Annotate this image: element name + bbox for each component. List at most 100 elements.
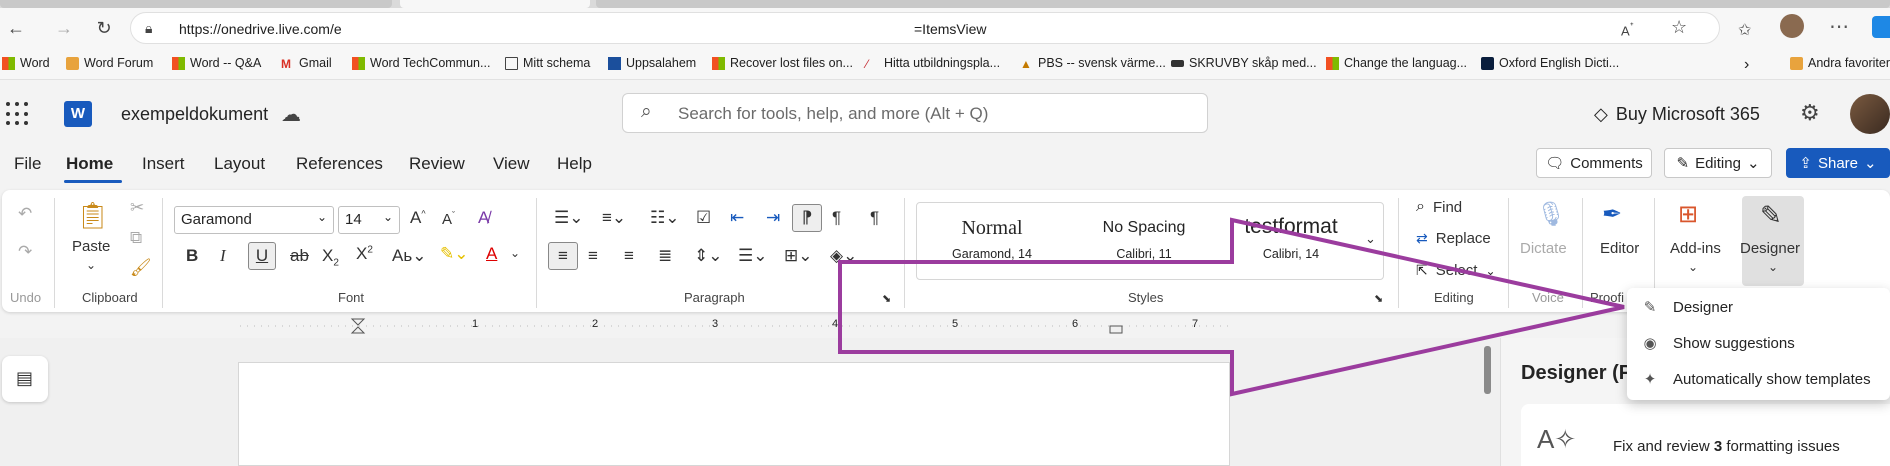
chevron-down-icon[interactable]: ⌄	[510, 246, 520, 260]
multilevel-list-icon[interactable]: ☷⌄	[650, 208, 679, 228]
highlight-icon[interactable]: ✎⌄	[440, 244, 469, 264]
italic-icon[interactable]: I	[220, 246, 226, 266]
numbering-icon[interactable]: ≡⌄	[602, 208, 626, 228]
document-name[interactable]: exempeldokument	[121, 104, 268, 125]
navigation-pane-button[interactable]: ▤	[2, 356, 48, 402]
first-line-indent-marker[interactable]	[350, 318, 366, 326]
strikethrough-icon[interactable]: ab	[290, 246, 309, 266]
favorites-icon[interactable]: ✩	[1738, 20, 1751, 40]
ltr-direction-icon[interactable]: ⁋	[792, 204, 822, 232]
borders-icon[interactable]: ⊞⌄	[784, 246, 813, 266]
find-button[interactable]: ⌕ Find	[1416, 198, 1462, 216]
tab-home[interactable]: Home	[66, 154, 113, 174]
lock-icon[interactable]: 🔒︎	[145, 20, 152, 37]
formatting-issues-card[interactable]: A✧ Fix and review 3 formatting issues	[1521, 404, 1890, 466]
address-bar[interactable]: 🔒︎ https://onedrive.live.com/e =ItemsVie…	[130, 12, 1720, 44]
superscript-icon[interactable]: X2	[356, 244, 373, 264]
replace-button[interactable]: ⇄ Replace	[1416, 230, 1491, 247]
browser-tab-active[interactable]	[400, 0, 590, 8]
cut-icon[interactable]: ✂	[130, 198, 144, 218]
tab-references[interactable]: References	[296, 154, 383, 174]
tab-file[interactable]: File	[14, 154, 41, 174]
search-box[interactable]: ⌕ Search for tools, help, and more (Alt …	[622, 93, 1208, 133]
justify-icon[interactable]: ≣	[658, 246, 672, 266]
settings-gear-icon[interactable]: ⚙	[1800, 100, 1820, 126]
cloud-saved-icon[interactable]: ☁	[281, 102, 301, 127]
vertical-scrollbar[interactable]	[1484, 346, 1491, 394]
browser-tab[interactable]	[0, 0, 392, 8]
profile-avatar[interactable]	[1780, 14, 1804, 38]
paste-button[interactable]: Paste	[72, 238, 110, 255]
menu-item-designer[interactable]: ✎ Designer	[1627, 290, 1890, 324]
read-aloud-icon[interactable]: Aᐩ	[1621, 20, 1634, 38]
bookmark-item[interactable]: Word -- Q&A	[172, 56, 261, 70]
word-logo-icon[interactable]: W	[64, 101, 92, 127]
bookmark-item[interactable]: Recover lost files on...	[712, 56, 853, 70]
redo-icon[interactable]: ↷	[18, 242, 32, 262]
microphone-icon[interactable]: 🎙︎	[1536, 200, 1566, 229]
app-launcher-icon[interactable]	[6, 102, 30, 126]
decrease-indent-icon[interactable]: ⇤	[730, 208, 744, 228]
bookmark-item[interactable]: Mitt schema	[505, 56, 590, 70]
forward-icon[interactable]: →	[50, 14, 78, 42]
style-testformat[interactable]: testformat Calibri, 14	[1221, 203, 1361, 279]
bookmark-item[interactable]: Oxford English Dicti...	[1481, 56, 1619, 70]
style-no-spacing[interactable]: No Spacing Calibri, 11	[1069, 203, 1219, 279]
grow-font-icon[interactable]: A^	[410, 208, 426, 228]
chevron-down-icon[interactable]: ⌄	[1688, 260, 1698, 274]
shrink-font-icon[interactable]: Aˇ	[442, 210, 455, 228]
editor-button[interactable]: Editor	[1600, 240, 1639, 257]
bookmark-folder-other[interactable]: Andra favoriter	[1790, 56, 1890, 70]
document-page[interactable]	[238, 362, 1230, 466]
bookmark-item[interactable]: Change the languag...	[1326, 56, 1467, 70]
bold-icon[interactable]: B	[186, 246, 198, 266]
rtl-direction-icon[interactable]: ¶	[832, 208, 841, 228]
copilot-icon[interactable]	[1872, 16, 1890, 38]
line-spacing-icon[interactable]: ⇕⌄	[694, 246, 723, 266]
bookmark-item[interactable]: ▲ PBS -- svensk värme...	[1020, 56, 1166, 71]
clear-formatting-icon[interactable]: A̸	[478, 208, 489, 228]
align-left-icon[interactable]: ≡	[548, 242, 578, 270]
font-color-icon[interactable]: A	[486, 244, 497, 264]
increase-indent-icon[interactable]: ⇥	[766, 208, 780, 228]
align-center-icon[interactable]: ≡	[588, 246, 598, 266]
tab-layout[interactable]: Layout	[214, 154, 265, 174]
bullets-icon[interactable]: ☰⌄	[554, 208, 583, 228]
favorite-star-icon[interactable]: ☆	[1671, 17, 1687, 38]
copy-icon[interactable]: ⧉	[130, 228, 142, 248]
select-button[interactable]: ⇱ Select ⌄	[1416, 262, 1496, 279]
user-avatar[interactable]	[1850, 94, 1890, 134]
back-icon[interactable]: ←	[2, 14, 30, 42]
bookmark-item[interactable]: M Gmail	[281, 56, 332, 71]
undo-icon[interactable]: ↶	[18, 204, 32, 224]
designer-button[interactable]: ✎ Designer ⌄	[1740, 196, 1804, 286]
editor-pen-icon[interactable]: ✒	[1602, 200, 1622, 229]
buy-microsoft-365-button[interactable]: ◇ Buy Microsoft 365	[1594, 104, 1760, 125]
font-size-select[interactable]: 14 ⌄	[338, 206, 400, 234]
right-indent-marker[interactable]	[1109, 325, 1123, 334]
chevron-down-icon[interactable]: ⌄	[86, 258, 96, 272]
subscript-icon[interactable]: X2	[322, 246, 339, 268]
bookmark-item[interactable]: ⁄ Hitta utbildningspla...	[866, 56, 1000, 71]
format-painter-icon[interactable]: 🖌︎	[130, 258, 152, 278]
share-button[interactable]: ⇪ Share ⌄	[1786, 148, 1890, 178]
tab-insert[interactable]: Insert	[142, 154, 185, 174]
style-normal[interactable]: Normal Garamond, 14	[917, 203, 1067, 279]
styles-more-chevron-icon[interactable]: ⌄	[1365, 231, 1376, 247]
paste-icon[interactable]: 📋︎	[76, 200, 109, 231]
add-ins-icon[interactable]: ⊞	[1678, 200, 1698, 229]
menu-item-auto-templates[interactable]: ✦ Automatically show templates	[1627, 362, 1890, 396]
shading-icon[interactable]: ◈⌄	[830, 246, 857, 266]
underline-icon[interactable]: U	[248, 242, 276, 270]
font-name-select[interactable]: Garamond ⌄	[174, 206, 334, 234]
bookmark-item[interactable]: Word	[2, 56, 50, 70]
tab-view[interactable]: View	[493, 154, 530, 174]
bookmark-item[interactable]: Uppsalahem	[608, 56, 696, 70]
dictate-button[interactable]: Dictate	[1520, 240, 1567, 257]
bookmarks-overflow-icon[interactable]: ›	[1744, 56, 1749, 74]
comments-button[interactable]: 🗨︎ Comments	[1536, 148, 1652, 178]
change-case-icon[interactable]: Aь⌄	[392, 246, 426, 266]
editing-mode-button[interactable]: ✎ Editing ⌄	[1664, 148, 1772, 178]
refresh-icon[interactable]: ↻	[90, 14, 118, 42]
bookmark-item[interactable]: Word TechCommun...	[352, 56, 490, 70]
